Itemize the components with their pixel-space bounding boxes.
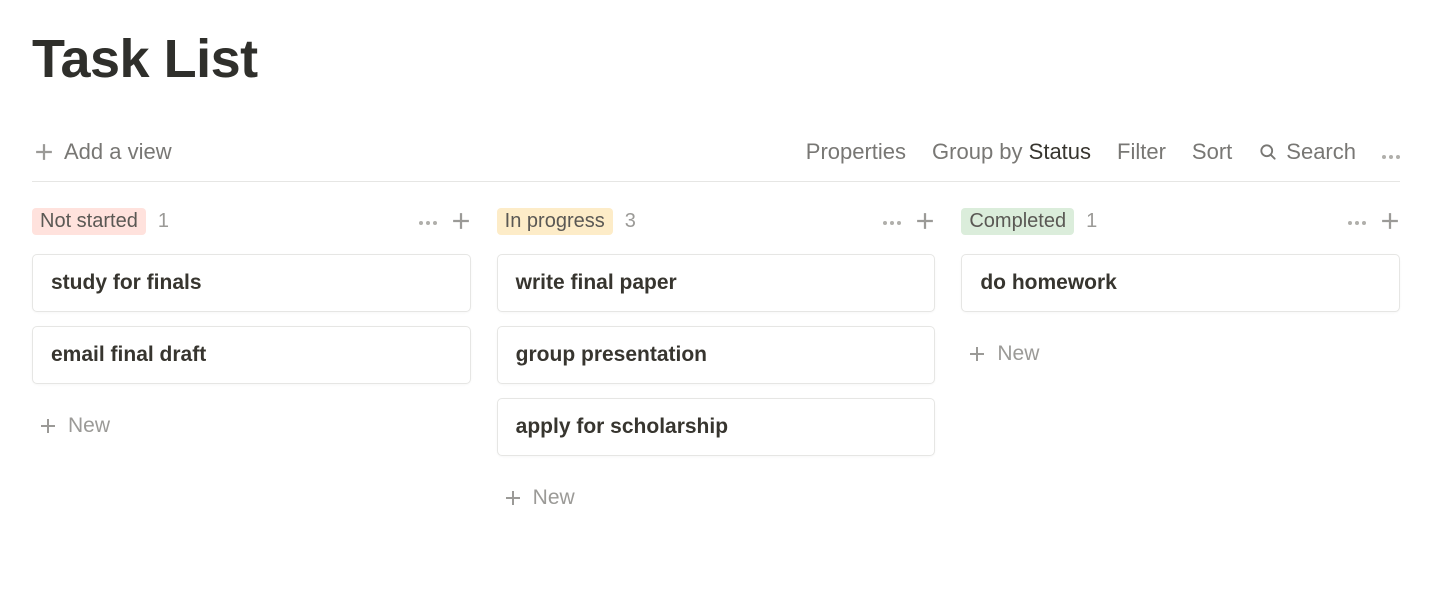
- column-completed: Completed 1 do homework New: [961, 204, 1400, 520]
- plus-icon: [452, 212, 470, 230]
- toolbar-right: Properties Group by Status Filter Sort S…: [806, 139, 1400, 165]
- column-not-started: Not started 1 study for finals email final …: [32, 204, 471, 520]
- status-tag-completed[interactable]: Completed: [961, 208, 1074, 235]
- new-card-button[interactable]: New: [961, 332, 1400, 376]
- column-count: 3: [625, 210, 636, 233]
- dots-icon: [883, 221, 901, 225]
- properties-button[interactable]: Properties: [806, 139, 906, 165]
- search-icon: [1258, 142, 1278, 162]
- column-add-card-button[interactable]: [1380, 211, 1400, 231]
- plus-icon: [34, 142, 54, 162]
- card[interactable]: group presentation: [497, 326, 936, 384]
- dots-icon: [419, 221, 437, 225]
- column-add-card-button[interactable]: [451, 211, 471, 231]
- column-in-progress: In progress 3 write final paper group prese…: [497, 204, 936, 520]
- add-view-button[interactable]: Add a view: [32, 135, 174, 169]
- card[interactable]: email final draft: [32, 326, 471, 384]
- search-label: Search: [1286, 139, 1356, 165]
- dots-icon: [1382, 155, 1400, 159]
- kanban-board: Not started 1 study for finals email final …: [32, 204, 1400, 520]
- column-count: 1: [1086, 210, 1097, 233]
- status-tag-not-started[interactable]: Not started: [32, 208, 146, 235]
- status-tag-in-progress[interactable]: In progress: [497, 208, 613, 235]
- card[interactable]: write final paper: [497, 254, 936, 312]
- column-header: Not started 1: [32, 204, 471, 238]
- column-actions: [1348, 211, 1400, 231]
- new-card-button[interactable]: New: [497, 476, 936, 520]
- card[interactable]: study for finals: [32, 254, 471, 312]
- new-card-label: New: [533, 486, 575, 510]
- page-title: Task List: [32, 30, 1400, 89]
- plus-icon: [916, 212, 934, 230]
- column-add-card-button[interactable]: [915, 211, 935, 231]
- card[interactable]: apply for scholarship: [497, 398, 936, 456]
- plus-icon: [38, 416, 58, 436]
- search-button[interactable]: Search: [1258, 139, 1356, 165]
- plus-icon: [1381, 212, 1399, 230]
- column-more-button[interactable]: [883, 212, 901, 230]
- filter-button[interactable]: Filter: [1117, 139, 1166, 165]
- add-view-label: Add a view: [64, 139, 172, 165]
- plus-icon: [503, 488, 523, 508]
- column-header: Completed 1: [961, 204, 1400, 238]
- new-card-label: New: [997, 342, 1039, 366]
- column-count: 1: [158, 210, 169, 233]
- column-more-button[interactable]: [419, 212, 437, 230]
- sort-button[interactable]: Sort: [1192, 139, 1232, 165]
- plus-icon: [967, 344, 987, 364]
- column-actions: [419, 211, 471, 231]
- more-options-button[interactable]: [1382, 139, 1400, 165]
- group-by-button[interactable]: Group by Status: [932, 139, 1091, 165]
- column-header: In progress 3: [497, 204, 936, 238]
- group-by-prefix: Group by: [932, 139, 1029, 164]
- dots-icon: [1348, 221, 1366, 225]
- view-toolbar: Add a view Properties Group by Status Fi…: [32, 135, 1400, 182]
- new-card-label: New: [68, 414, 110, 438]
- group-by-value: Status: [1029, 139, 1091, 164]
- card[interactable]: do homework: [961, 254, 1400, 312]
- column-more-button[interactable]: [1348, 212, 1366, 230]
- new-card-button[interactable]: New: [32, 404, 471, 448]
- column-actions: [883, 211, 935, 231]
